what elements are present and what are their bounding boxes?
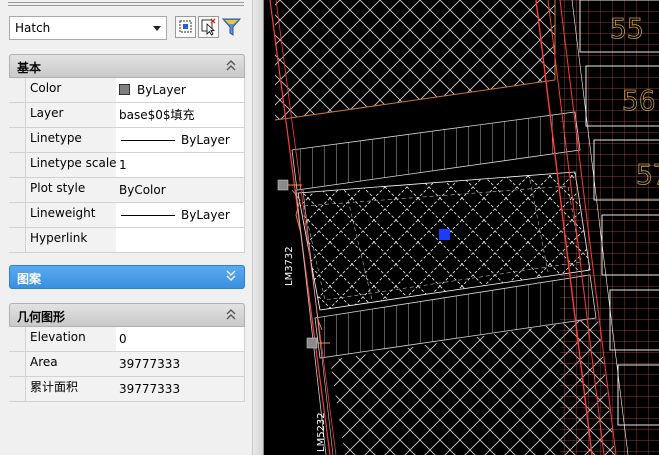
quick-select-icon	[179, 20, 192, 33]
property-value[interactable]: base$0$填充	[116, 103, 245, 127]
object-type-select[interactable]: Hatch	[9, 16, 167, 40]
chevron-up-icon[interactable]	[224, 57, 238, 73]
property-row-area[interactable]: Area 39777333	[9, 352, 245, 377]
property-row-plot-style[interactable]: Plot style ByColor	[9, 178, 245, 203]
chevron-up-icon[interactable]	[224, 306, 238, 322]
beam-label: LM3732	[284, 246, 295, 286]
object-type-value: Hatch	[15, 21, 51, 35]
palette-edge-scrollbar[interactable]	[252, 0, 264, 455]
property-value[interactable]: ByColor	[116, 178, 245, 202]
chevron-down-icon[interactable]	[224, 268, 238, 284]
property-label: Linetype scale	[25, 153, 122, 177]
filter-button[interactable]	[221, 16, 242, 38]
property-value[interactable]: 39777333	[116, 377, 245, 401]
chevron-down-icon[interactable]	[153, 26, 161, 31]
room-number-label: 56	[622, 84, 656, 117]
lineweight-sample	[121, 215, 175, 216]
quick-select-button[interactable]	[175, 16, 196, 38]
property-row-elevation[interactable]: Elevation 0	[9, 327, 245, 352]
grip-handle[interactable]	[306, 337, 318, 349]
color-swatch	[119, 84, 130, 95]
property-label: Layer	[25, 103, 122, 127]
grip-handle[interactable]	[277, 179, 289, 191]
section-geometry-header[interactable]: 几何图形	[9, 303, 245, 327]
property-value[interactable]: ByLayer	[116, 203, 245, 227]
section-general-title: 基本	[17, 61, 42, 75]
property-row-linetype[interactable]: Linetype ByLayer	[9, 128, 245, 153]
property-value[interactable]: 1	[116, 153, 245, 177]
property-row-hyperlink[interactable]: Hyperlink	[9, 228, 245, 253]
property-label: 累计面积	[25, 377, 122, 401]
property-label: Color	[25, 78, 122, 102]
property-value[interactable]: 39777333	[116, 352, 245, 376]
geometry-properties: Elevation 0 Area 39777333 累计面积 39777333	[9, 327, 245, 402]
property-row-lineweight[interactable]: Lineweight ByLayer	[9, 203, 245, 228]
property-label: Area	[25, 352, 122, 376]
linetype-sample	[121, 140, 175, 141]
property-value[interactable]	[116, 228, 245, 252]
property-label: Elevation	[25, 327, 122, 351]
section-pattern-title: 图案	[17, 272, 42, 286]
property-row-layer[interactable]: Layer base$0$填充	[9, 103, 245, 128]
property-value[interactable]: ByLayer	[116, 128, 245, 152]
property-label: Hyperlink	[25, 228, 122, 252]
hatch-center-grip[interactable]	[439, 229, 450, 240]
room-number-label: 55	[610, 12, 644, 45]
section-general-header[interactable]: 基本	[9, 54, 245, 78]
property-label: Lineweight	[25, 203, 122, 227]
section-geometry-title: 几何图形	[17, 310, 66, 324]
property-row-cumulative-area[interactable]: 累计面积 39777333	[9, 377, 245, 402]
beam-label: LM5232	[316, 412, 327, 452]
property-row-linetype-scale[interactable]: Linetype scale 1	[9, 153, 245, 178]
section-pattern-header[interactable]: 图案	[9, 265, 245, 289]
select-objects-button[interactable]	[198, 16, 219, 38]
property-value[interactable]: 0	[116, 327, 245, 351]
general-properties: Color ByLayer Layer base$0$填充 Linetype B…	[9, 78, 245, 253]
filter-icon	[221, 18, 242, 36]
property-value[interactable]: ByLayer	[116, 78, 245, 102]
select-objects-icon	[201, 18, 216, 36]
properties-palette: Hatch 基本 Color ByLayer Layer base$0$填充 L…	[0, 0, 253, 455]
palette-grip[interactable]	[8, 0, 244, 8]
property-label: Linetype	[25, 128, 122, 152]
room-number-label: 57	[636, 158, 659, 191]
drawing-viewport[interactable]: 55 56 57 LM3732 LM5232	[264, 0, 659, 455]
property-row-color[interactable]: Color ByLayer	[9, 78, 245, 103]
property-label: Plot style	[25, 178, 122, 202]
